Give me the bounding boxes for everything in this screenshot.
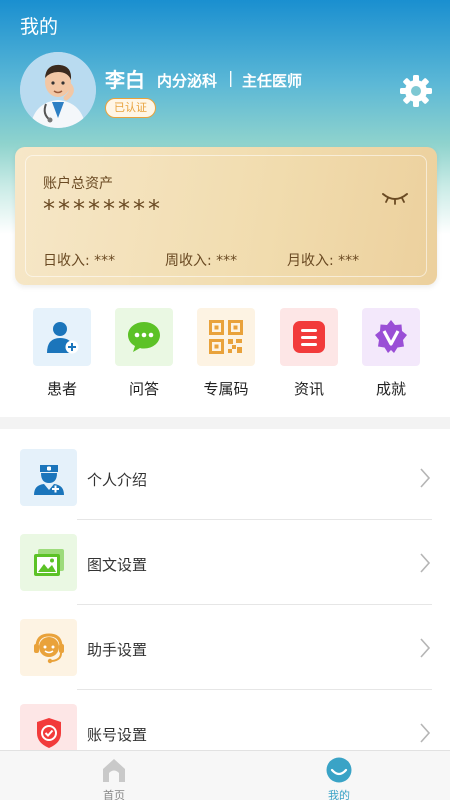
quick-label-achievement: 成就: [375, 380, 406, 398]
doctor-avatar-icon: [20, 52, 96, 128]
quick-label-patients: 患者: [46, 380, 77, 398]
achievement-button[interactable]: [362, 308, 420, 366]
tab-home-label: 首页: [103, 789, 125, 800]
department: 内分泌科: [157, 72, 218, 90]
menu-label: 个人介绍: [87, 471, 148, 489]
verified-badge: 已认证: [105, 98, 156, 118]
chat-icon: [128, 322, 160, 352]
quick-label-qrcode: 专属码: [203, 380, 249, 398]
menu-icon-box: [20, 449, 77, 506]
quick-label-news: 资讯: [293, 380, 324, 398]
doctor-role: 主任医师: [242, 72, 303, 90]
gear-icon: [400, 75, 432, 107]
total-assets-value: ********: [43, 195, 163, 223]
menu-label: 图文设置: [87, 556, 148, 574]
menu-icon-box: [20, 534, 77, 591]
chevron-right-icon: [420, 723, 431, 743]
total-assets-label: 账户总资产: [43, 176, 113, 192]
shield-icon: [37, 718, 61, 748]
menu-icon-box: [20, 619, 77, 676]
chevron-right-icon: [420, 468, 431, 488]
quick-label-qa: 问答: [128, 380, 159, 398]
menu-divider: [77, 689, 432, 690]
doctor-icon: [34, 465, 64, 495]
page-title: 我的: [20, 16, 59, 38]
qrcode-icon: [209, 320, 243, 354]
patient-icon: [47, 322, 79, 354]
section-divider: [0, 417, 450, 429]
menu-label: 助手设置: [87, 641, 148, 659]
achievement-icon: [375, 320, 407, 353]
qrcode-button[interactable]: [197, 308, 255, 366]
headset-icon: [34, 633, 64, 664]
daily-income: 日收入: ***: [43, 253, 116, 269]
qa-button[interactable]: [115, 308, 173, 366]
image-icon: [34, 549, 64, 576]
chevron-right-icon: [420, 553, 431, 573]
hide-balance-toggle[interactable]: [380, 188, 410, 208]
chevron-right-icon: [420, 638, 431, 658]
settings-button[interactable]: [398, 73, 434, 109]
doctor-name: 李白: [105, 68, 145, 92]
news-button[interactable]: [280, 308, 338, 366]
closed-eye-icon: [382, 193, 408, 205]
weekly-income: 周收入: ***: [165, 253, 238, 269]
title-separator: |: [228, 68, 234, 87]
mine-face-icon: [326, 757, 352, 783]
bottom-tab-bar: 首页 我的: [0, 750, 450, 800]
menu-divider: [77, 604, 432, 605]
patients-button[interactable]: [33, 308, 91, 366]
menu-divider: [77, 519, 432, 520]
news-icon: [293, 321, 325, 353]
avatar[interactable]: [20, 52, 96, 128]
tab-mine-label: 我的: [328, 789, 350, 800]
home-icon: [103, 759, 125, 782]
monthly-income: 月收入: ***: [287, 253, 360, 269]
menu-label: 账号设置: [87, 726, 148, 744]
